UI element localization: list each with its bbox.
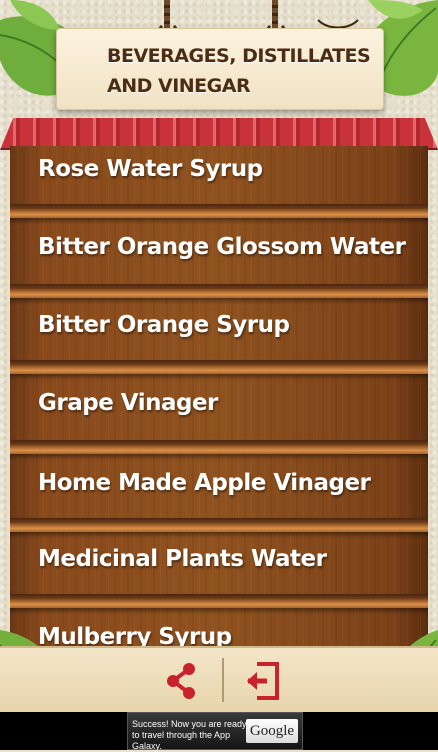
- list-item[interactable]: Medicinal Plants Water: [10, 536, 428, 614]
- exit-button[interactable]: [238, 656, 288, 706]
- shelf-plank: [10, 594, 428, 608]
- list-item-label: Bitter Orange Syrup: [38, 312, 290, 338]
- list-item-label: Rose Water Syrup: [38, 156, 263, 182]
- list-item-label: Grape Vinager: [38, 390, 218, 416]
- ad-content[interactable]: Success! Now you are ready to travel thr…: [127, 712, 303, 751]
- category-sign: BEVERAGES, DISTILLATES AND VINEGAR: [56, 28, 384, 110]
- list-item-label: Home Made Apple Vinager: [38, 470, 371, 496]
- list-item-label: Bitter Orange Glossom Water: [38, 234, 406, 260]
- list-item[interactable]: Rose Water Syrup: [10, 146, 428, 224]
- shelf-plank: [10, 440, 428, 454]
- share-icon: [167, 663, 195, 699]
- bottom-toolbar: [0, 646, 438, 714]
- toolbar-divider: [222, 658, 224, 702]
- ad-text: Success! Now you are ready to travel thr…: [132, 719, 247, 751]
- recipe-shelf-list[interactable]: Rose Water Syrup Bitter Orange Glossom W…: [10, 146, 428, 650]
- shelf-plank: [10, 204, 428, 218]
- page-title-line2: AND VINEGAR: [107, 75, 251, 97]
- shelf-plank: [10, 360, 428, 374]
- page-title-line1: BEVERAGES, DISTILLATES: [107, 45, 371, 67]
- ad-banner: Success! Now you are ready to travel thr…: [0, 712, 438, 751]
- exit-icon: [247, 662, 279, 700]
- ad-logo: Google: [246, 719, 298, 743]
- share-button[interactable]: [156, 656, 206, 706]
- list-item[interactable]: Bitter Orange Glossom Water: [10, 224, 428, 302]
- shelf-plank: [10, 518, 428, 532]
- list-item-label: Medicinal Plants Water: [38, 546, 327, 572]
- list-item[interactable]: Mulberry Syrup: [10, 614, 428, 650]
- list-item[interactable]: Home Made Apple Vinager: [10, 460, 428, 538]
- list-item[interactable]: Bitter Orange Syrup: [10, 302, 428, 380]
- page-title: BEVERAGES, DISTILLATES AND VINEGAR: [107, 41, 377, 101]
- list-item[interactable]: Grape Vinager: [10, 380, 428, 458]
- shelf-plank: [10, 284, 428, 298]
